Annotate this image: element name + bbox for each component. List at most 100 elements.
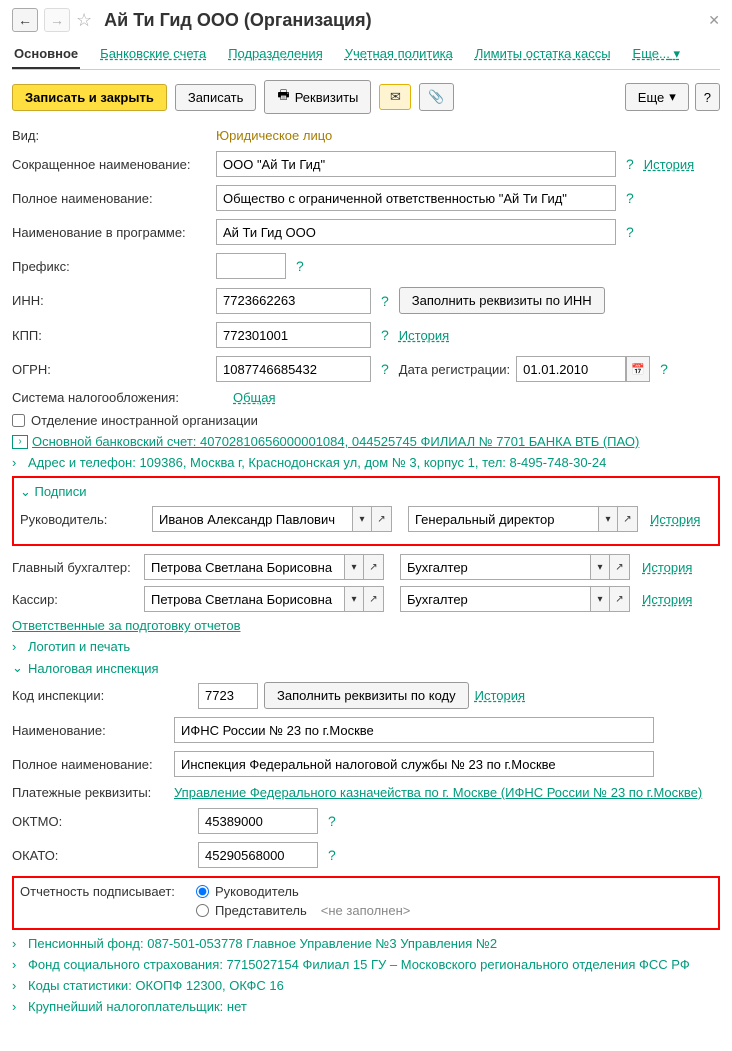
- open-icon[interactable]: ↗: [610, 586, 630, 612]
- signatures-expand[interactable]: ⌄ Подписи: [20, 484, 712, 500]
- open-icon[interactable]: ↗: [372, 506, 392, 532]
- fss-expand[interactable]: Фонд социального страхования: 7715027154…: [28, 957, 690, 972]
- ogrn-label: ОГРН:: [12, 362, 210, 377]
- responsible-link[interactable]: Ответственные за подготовку отчетов: [12, 618, 241, 633]
- help-icon[interactable]: ?: [377, 327, 393, 343]
- help-icon[interactable]: ?: [377, 293, 393, 309]
- history-link[interactable]: История: [650, 512, 700, 527]
- kas-pos-input[interactable]: [400, 586, 590, 612]
- tab-bank[interactable]: Банковские счета: [98, 40, 208, 67]
- biggest-expand[interactable]: Крупнейший налогоплательщик: нет: [28, 999, 247, 1014]
- close-icon[interactable]: ✕: [708, 12, 720, 29]
- kas-name-input[interactable]: [144, 586, 344, 612]
- more-button[interactable]: Еще ▾: [625, 83, 689, 111]
- favorite-star-icon[interactable]: ☆: [76, 10, 92, 31]
- buh-label: Главный бухгалтер:: [12, 560, 138, 575]
- signed-label: Отчетность подписывает:: [20, 884, 190, 899]
- page-title: Ай Ти Гид ООО (Организация): [104, 10, 371, 31]
- buh-pos-input[interactable]: [400, 554, 590, 580]
- signed-ruk-radio[interactable]: [196, 885, 209, 898]
- open-icon[interactable]: ↗: [610, 554, 630, 580]
- pay-label: Платежные реквизиты:: [12, 785, 168, 800]
- prefix-input[interactable]: [216, 253, 286, 279]
- help-icon[interactable]: ?: [622, 156, 638, 172]
- save-close-button[interactable]: Записать и закрыть: [12, 84, 167, 111]
- history-link[interactable]: История: [475, 688, 525, 703]
- requisites-button[interactable]: 🖶Реквизиты: [264, 80, 371, 114]
- datereg-input[interactable]: [516, 356, 626, 382]
- insp-full-input[interactable]: [174, 751, 654, 777]
- expand-icon[interactable]: ›: [12, 435, 28, 449]
- history-link[interactable]: История: [399, 328, 449, 343]
- tax-system-label: Система налогообложения:: [12, 390, 227, 405]
- buh-name-input[interactable]: [144, 554, 344, 580]
- history-link[interactable]: История: [642, 560, 692, 575]
- help-icon[interactable]: ?: [292, 258, 308, 274]
- okato-label: ОКАТО:: [12, 848, 192, 863]
- insp-code-input[interactable]: [198, 683, 258, 709]
- fill-by-inn-button[interactable]: Заполнить реквизиты по ИНН: [399, 287, 605, 314]
- tab-limits[interactable]: Лимиты остатка кассы: [473, 40, 613, 67]
- ruk-pos-input[interactable]: [408, 506, 598, 532]
- fill-by-code-button[interactable]: Заполнить реквизиты по коду: [264, 682, 469, 709]
- chevron-down-icon[interactable]: ⌄: [12, 660, 24, 676]
- help-icon[interactable]: ?: [622, 190, 638, 206]
- chevron-right-icon[interactable]: ›: [12, 639, 24, 654]
- foreign-label: Отделение иностранной организации: [31, 413, 258, 428]
- ogrn-input[interactable]: [216, 356, 371, 382]
- ruk-label: Руководитель:: [20, 512, 146, 527]
- dropdown-icon[interactable]: ▾: [344, 586, 364, 612]
- stats-expand[interactable]: Коды статистики: ОКОПФ 12300, ОКФС 16: [28, 978, 284, 993]
- tab-main[interactable]: Основное: [12, 40, 80, 69]
- foreign-checkbox[interactable]: [12, 414, 25, 427]
- tab-dept[interactable]: Подразделения: [226, 40, 325, 67]
- address-expand[interactable]: Адрес и телефон: 109386, Москва г, Красн…: [28, 455, 606, 470]
- open-icon[interactable]: ↗: [364, 554, 384, 580]
- logo-expand[interactable]: Логотип и печать: [28, 639, 130, 654]
- open-icon[interactable]: ↗: [618, 506, 638, 532]
- mail-button[interactable]: ✉: [379, 84, 411, 110]
- vid-label: Вид:: [12, 128, 210, 143]
- chevron-right-icon[interactable]: ›: [12, 957, 24, 972]
- chevron-right-icon[interactable]: ›: [12, 936, 24, 951]
- chevron-right-icon[interactable]: ›: [12, 978, 24, 993]
- dropdown-icon[interactable]: ▾: [590, 554, 610, 580]
- tab-more[interactable]: Еще...: [631, 40, 682, 68]
- full-name-input[interactable]: [216, 185, 616, 211]
- pay-link[interactable]: Управление Федерального казначейства по …: [174, 785, 702, 800]
- help-icon[interactable]: ?: [622, 224, 638, 240]
- history-link[interactable]: История: [642, 592, 692, 607]
- dropdown-icon[interactable]: ▾: [598, 506, 618, 532]
- forward-button[interactable]: →: [44, 8, 70, 32]
- help-button[interactable]: ?: [695, 83, 720, 111]
- help-icon[interactable]: ?: [656, 361, 672, 377]
- back-button[interactable]: ←: [12, 8, 38, 32]
- chevron-right-icon[interactable]: ›: [12, 455, 24, 470]
- dropdown-icon[interactable]: ▾: [352, 506, 372, 532]
- ruk-name-input[interactable]: [152, 506, 352, 532]
- short-name-input[interactable]: [216, 151, 616, 177]
- pension-expand[interactable]: Пенсионный фонд: 087-501-053778 Главное …: [28, 936, 497, 951]
- chevron-right-icon[interactable]: ›: [12, 999, 24, 1014]
- tab-policy[interactable]: Учетная политика: [343, 40, 455, 67]
- tax-insp-expand[interactable]: Налоговая инспекция: [28, 661, 159, 676]
- okato-input[interactable]: [198, 842, 318, 868]
- save-button[interactable]: Записать: [175, 84, 257, 111]
- attach-button[interactable]: 📎: [419, 83, 453, 111]
- oktmo-input[interactable]: [198, 808, 318, 834]
- help-icon[interactable]: ?: [324, 847, 340, 863]
- dropdown-icon[interactable]: ▾: [344, 554, 364, 580]
- inn-input[interactable]: [216, 288, 371, 314]
- bank-main-link[interactable]: Основной банковский счет: 40702810656000…: [32, 434, 639, 449]
- help-icon[interactable]: ?: [324, 813, 340, 829]
- tax-system-link[interactable]: Общая: [233, 390, 276, 405]
- open-icon[interactable]: ↗: [364, 586, 384, 612]
- history-link[interactable]: История: [644, 157, 694, 172]
- dropdown-icon[interactable]: ▾: [590, 586, 610, 612]
- help-icon[interactable]: ?: [377, 361, 393, 377]
- insp-name-input[interactable]: [174, 717, 654, 743]
- prog-name-input[interactable]: [216, 219, 616, 245]
- kpp-input[interactable]: [216, 322, 371, 348]
- calendar-icon[interactable]: 📅: [626, 356, 650, 382]
- signed-rep-radio[interactable]: [196, 904, 209, 917]
